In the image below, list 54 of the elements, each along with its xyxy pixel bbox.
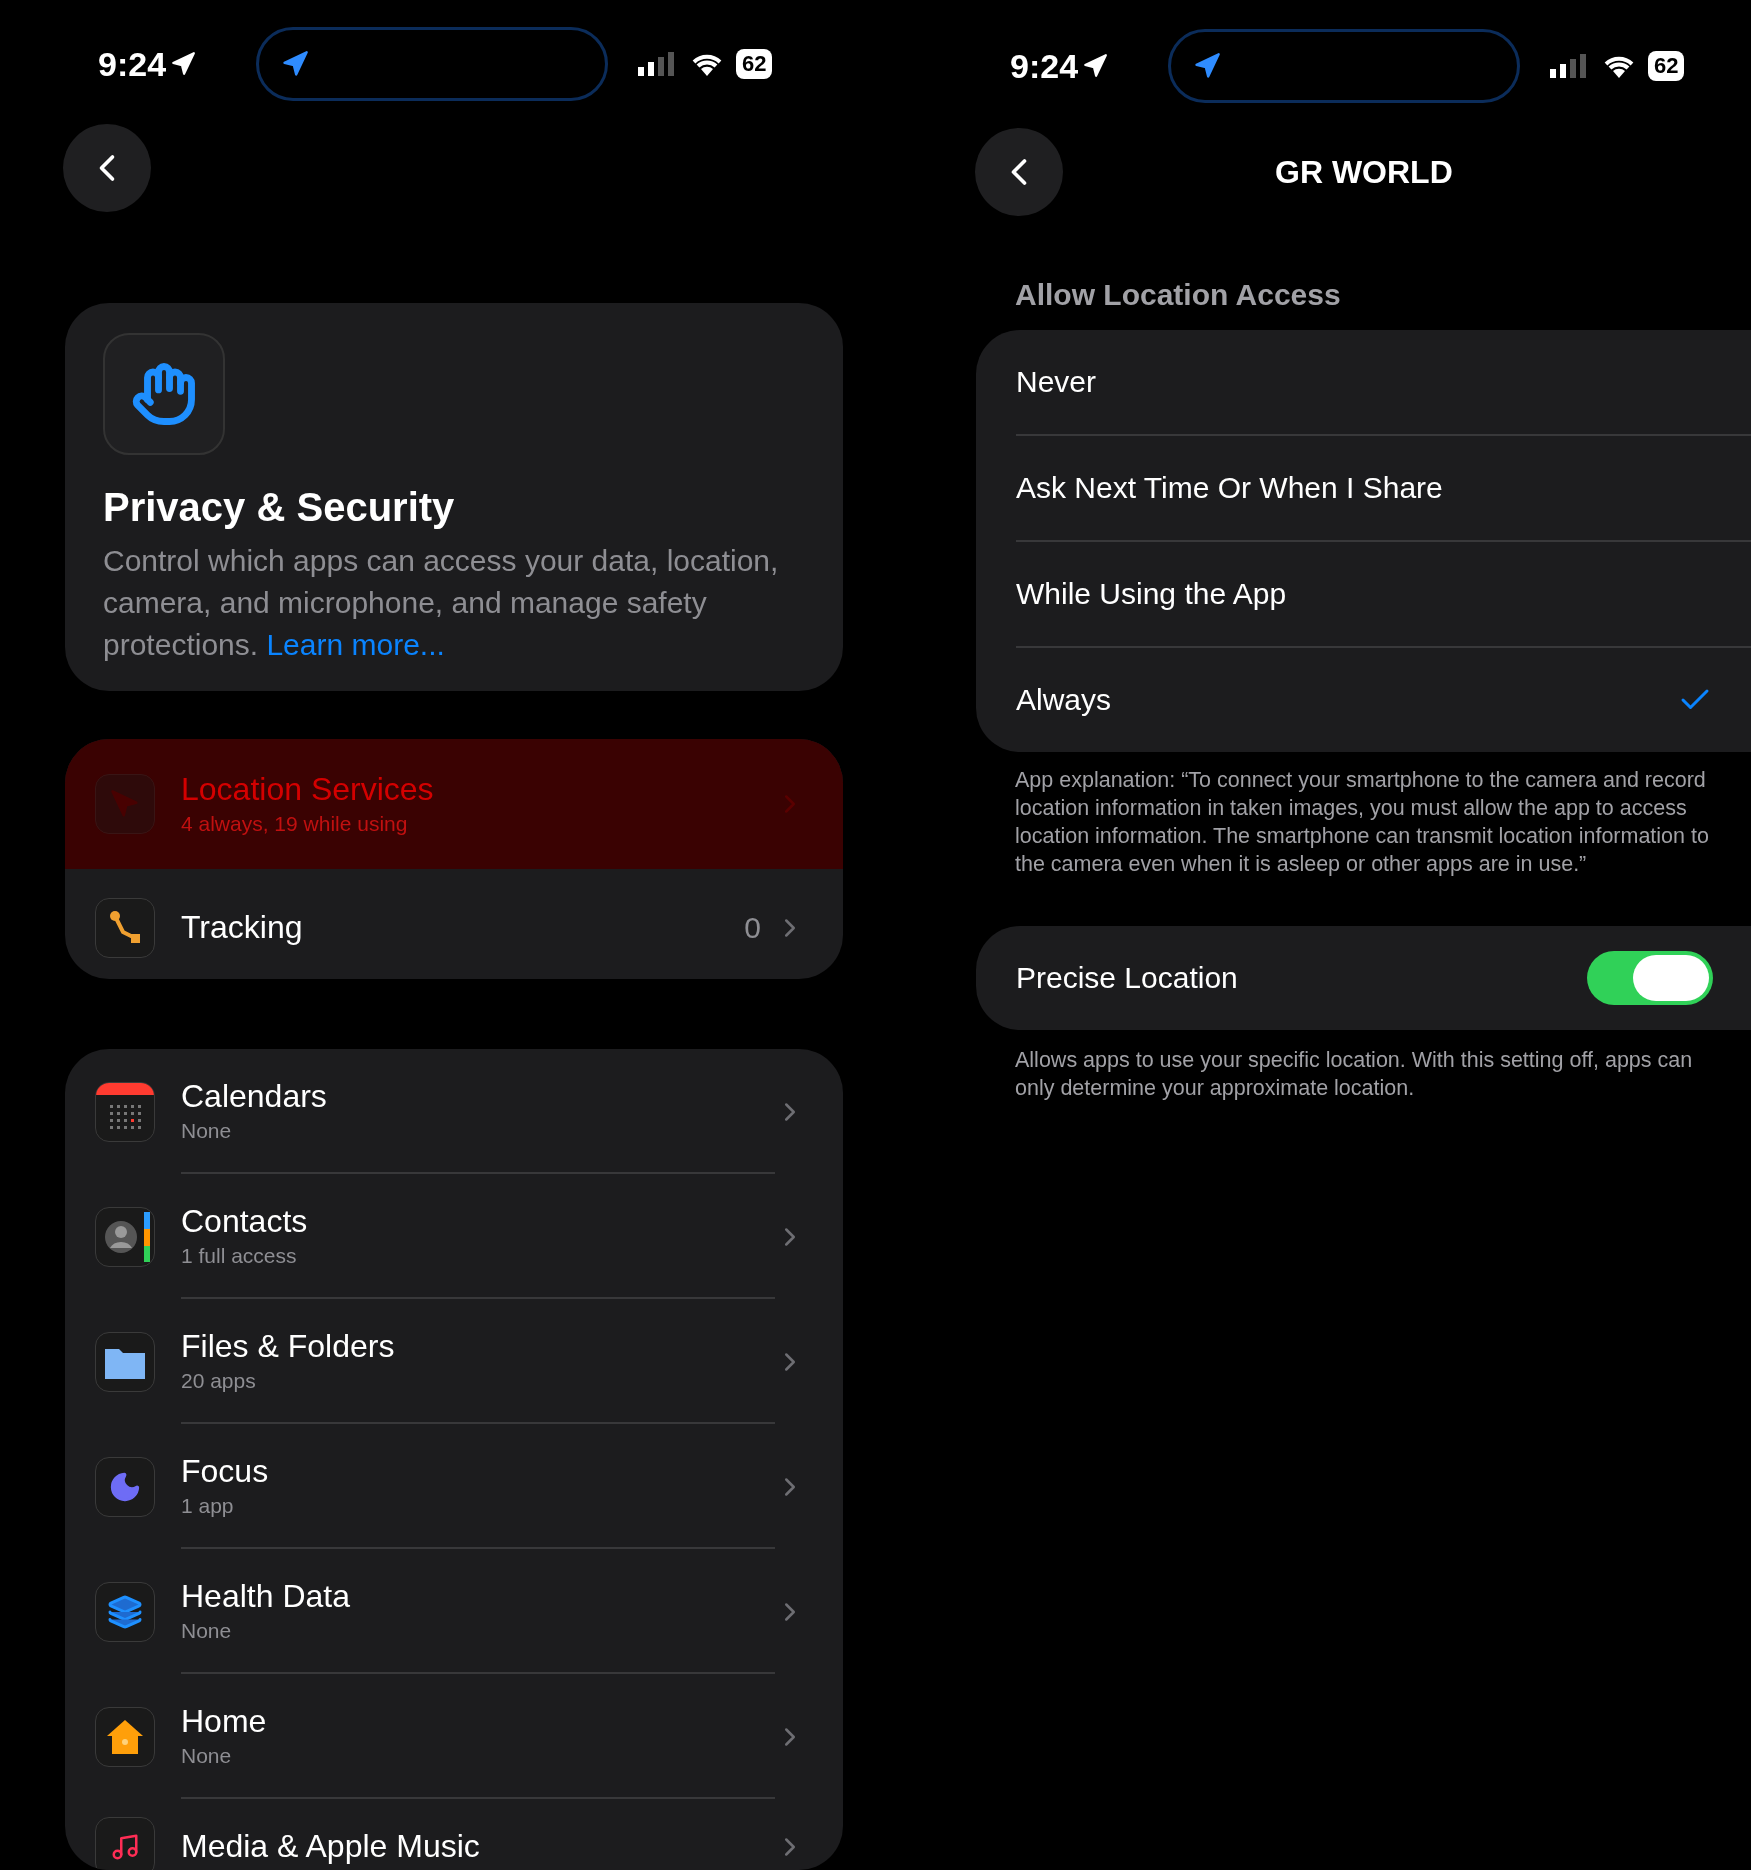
location-option[interactable]: While Using the App bbox=[1016, 542, 1751, 648]
contacts-icon bbox=[95, 1206, 155, 1267]
row-title: Location Services bbox=[181, 771, 435, 809]
navigation-icon bbox=[1193, 52, 1221, 80]
navigation-icon bbox=[281, 50, 309, 79]
row-title: Contacts bbox=[181, 1203, 309, 1241]
location-option[interactable]: Ask Next Time Or When I Share bbox=[1016, 436, 1751, 542]
tracking-path-icon bbox=[95, 897, 155, 958]
layers-icon bbox=[95, 1581, 155, 1642]
row-subtitle: 20 apps bbox=[181, 1369, 257, 1394]
precise-location-toggle[interactable] bbox=[1587, 951, 1713, 1005]
row-subtitle: None bbox=[181, 1744, 233, 1769]
precise-location-footer: Allows apps to use your specific location. With this setting off, apps can only determine your approximate location. bbox=[1015, 1046, 1731, 1102]
page-description: Control which apps can access your data, location, camera, and microphone, and manage safety protections. Learn more... bbox=[103, 543, 780, 664]
row-title: Files & Folders bbox=[181, 1328, 396, 1366]
row-value: 0 bbox=[744, 910, 761, 945]
page-title: Privacy & Security bbox=[103, 485, 456, 531]
raised-hand-icon bbox=[103, 333, 225, 456]
calendar-icon bbox=[95, 1081, 155, 1142]
location-arrow-icon bbox=[170, 51, 196, 78]
location-option[interactable]: Never bbox=[1016, 330, 1751, 436]
location-option[interactable]: Always bbox=[1016, 648, 1751, 752]
row-title: Health Data bbox=[181, 1578, 351, 1616]
settings-row[interactable]: Focus 1 app bbox=[65, 1424, 843, 1550]
settings-row[interactable]: Home None bbox=[65, 1674, 843, 1800]
folder-icon bbox=[95, 1331, 155, 1392]
row-title: Calendars bbox=[181, 1078, 328, 1116]
settings-row[interactable]: Contacts 1 full access bbox=[65, 1174, 843, 1300]
screen-title: GR WORLD bbox=[1275, 153, 1453, 191]
battery-level: 62 bbox=[1648, 51, 1685, 81]
precise-location-label: Precise Location bbox=[1016, 961, 1239, 995]
learn-more-link[interactable]: Learn more... bbox=[266, 628, 445, 662]
settings-row[interactable]: Tracking 0 bbox=[65, 868, 843, 980]
row-title: Focus bbox=[181, 1453, 270, 1491]
row-subtitle: 1 full access bbox=[181, 1244, 298, 1269]
settings-row[interactable]: Media & Apple Music bbox=[65, 1799, 843, 1870]
row-subtitle: 4 always, 19 while using bbox=[181, 812, 409, 837]
app-explanation: App explanation: “To connect your smartphone to the camera and record location information in taken images, you must allow the app to access location information. The smartphone can transmit location information to the camera even when it is asleep or other apps are in use.” bbox=[1015, 767, 1710, 878]
status-time: 9:24 bbox=[98, 44, 168, 84]
section-label: Allow Location Access bbox=[1015, 278, 1342, 312]
row-subtitle: None bbox=[181, 1119, 233, 1144]
location-arrow-icon bbox=[1082, 53, 1108, 79]
row-subtitle: 1 app bbox=[181, 1494, 235, 1519]
row-title: Tracking bbox=[181, 909, 304, 947]
settings-row[interactable]: Calendars None bbox=[65, 1049, 843, 1175]
status-time: 9:24 bbox=[1010, 46, 1080, 86]
battery-level: 62 bbox=[736, 49, 773, 80]
settings-row[interactable]: Health Data None bbox=[65, 1549, 843, 1675]
house-icon bbox=[95, 1706, 155, 1767]
row-subtitle: None bbox=[181, 1619, 233, 1644]
moon-icon bbox=[95, 1456, 155, 1517]
row-title: Home bbox=[181, 1703, 268, 1741]
row-title: Media & Apple Music bbox=[181, 1828, 481, 1866]
settings-row[interactable]: Files & Folders 20 apps bbox=[65, 1299, 843, 1425]
